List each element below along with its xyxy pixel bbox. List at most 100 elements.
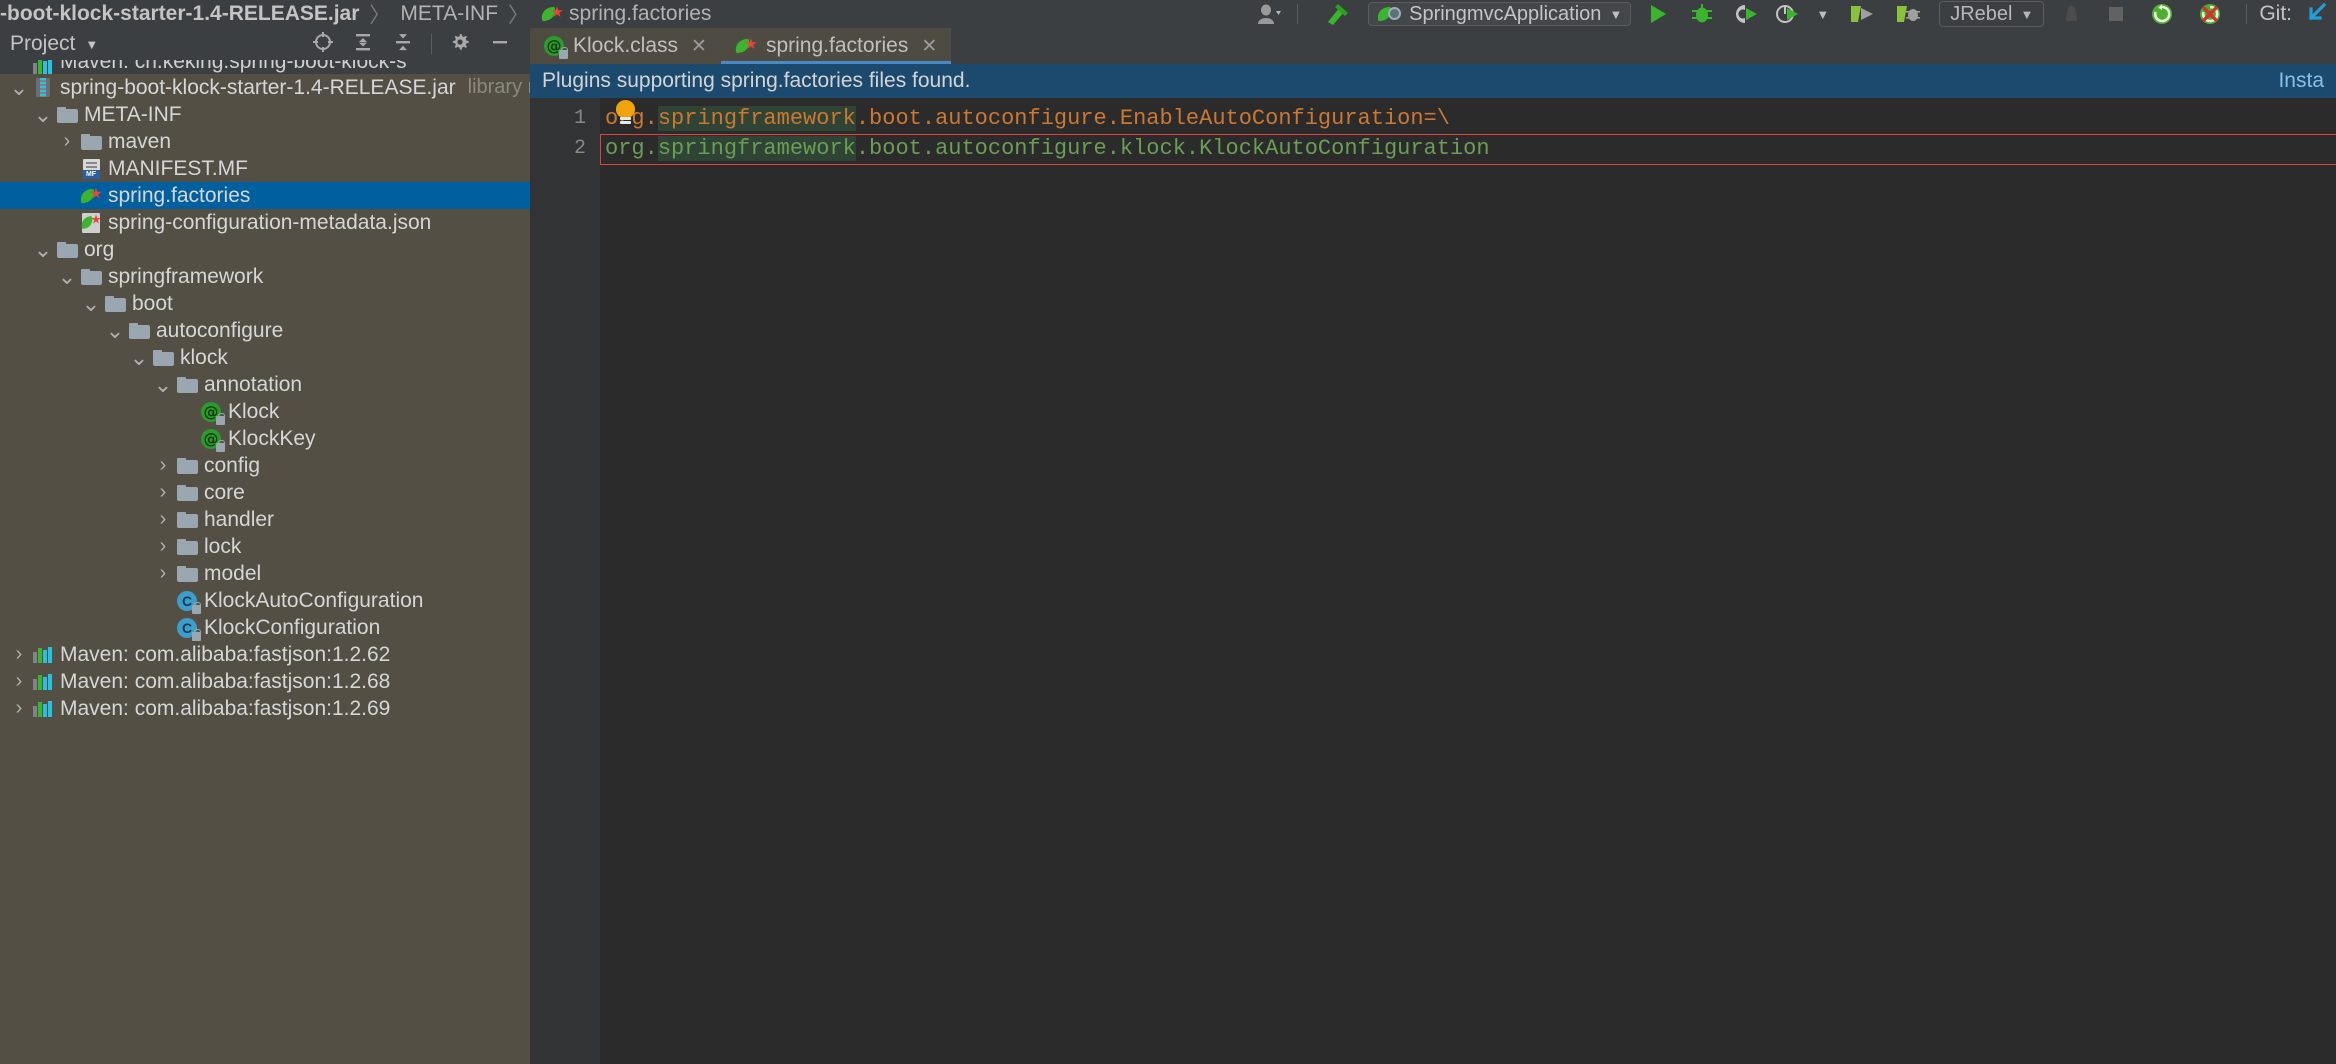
code-line-1[interactable]: org.springframework.boot.autoconfigure.E… [600,104,2336,134]
tree-item-maven-com-alibaba-fastjson-1-2-68[interactable]: › Maven: com.alibaba:fastjson:1.2.68 [0,668,530,695]
tree-spacer: · [56,214,78,231]
project-tree[interactable]: · Maven: cn.keking:spring-boot-klock-s ⌄ sp… [0,60,530,1064]
expand-all-icon[interactable] [352,31,374,58]
tree-item-handler[interactable]: › handler [0,506,530,533]
run-with-coverage-icon[interactable] [1735,3,1759,25]
tree-item-boot[interactable]: ⌄ boot [0,290,530,317]
chevron-down-icon[interactable]: ⌄ [104,319,126,341]
folder-icon [102,295,128,312]
build-hammer-icon[interactable] [1324,2,1354,26]
tree-item-klock[interactable]: ⌄ klock [0,344,530,371]
tab-spring-factories[interactable]: spring.factories ✕ [720,28,952,64]
tree-item-springframework[interactable]: ⌄ springframework [0,263,530,290]
chevron-right-icon[interactable]: › [152,454,174,477]
chevron-down-icon[interactable]: ⌄ [32,103,54,125]
breadcrumb-item-meta-inf[interactable]: META-INF [400,2,498,26]
settings-gear-icon[interactable] [449,31,471,58]
tree-item-label: autoconfigure [156,318,284,342]
project-panel-title[interactable]: Project [10,32,75,56]
chevron-right-icon[interactable]: › [8,643,30,666]
git-update-icon[interactable] [2304,2,2328,26]
tree-item-maven-com-alibaba-fastjson-1-2-62[interactable]: › Maven: com.alibaba:fastjson:1.2.62 [0,641,530,668]
tree-item-klockkey[interactable]: ·@KlockKey [0,425,530,452]
chevron-down-icon[interactable]: ▼ [1816,7,1829,22]
hide-icon[interactable] [489,31,511,58]
chevron-right-icon[interactable]: › [8,697,30,720]
run-icon[interactable] [1647,3,1669,25]
tree-item-spring-boot-klock-starter-1-4-release-jar[interactable]: ⌄ spring-boot-klock-starter-1.4-RELEASE.j… [0,74,530,101]
tree-item-klock[interactable]: ·@Klock [0,398,530,425]
locate-icon[interactable] [312,31,334,58]
chevron-right-icon[interactable]: › [152,481,174,504]
tab-klock-class[interactable]: @ Klock.class ✕ [530,28,721,64]
tree-item-config[interactable]: › config [0,452,530,479]
chevron-down-icon[interactable]: ⌄ [128,346,150,368]
jrebel-run-icon[interactable] [1849,3,1875,25]
intention-bulb-icon[interactable] [616,100,635,124]
code-lines[interactable]: org.springframework.boot.autoconfigure.E… [600,98,2336,1064]
tree-item-org[interactable]: ⌄ org [0,236,530,263]
tree-item-maven[interactable]: › maven [0,128,530,155]
close-icon[interactable]: ✕ [691,35,707,58]
tree-item-label: klock [180,345,228,369]
breadcrumb-separator-icon: 〉 [369,4,391,27]
profiler-icon[interactable] [1776,3,1800,25]
chevron-down-icon[interactable]: ▼ [1609,7,1622,22]
code-token: org [605,136,645,161]
tree-item-klockautoconfiguration[interactable]: ·CKlockAutoConfiguration [0,587,530,614]
tree-item-autoconfigure[interactable]: ⌄ autoconfigure [0,317,530,344]
java-class-icon: C [174,590,201,614]
chevron-right-icon[interactable]: › [152,562,174,585]
chevron-right-icon[interactable]: › [152,535,174,558]
tree-item-maven-cn-keking-spring-boot-klock-s[interactable]: · Maven: cn.keking:spring-boot-klock-s [0,60,530,74]
tree-item-label: Klock [228,399,280,423]
breadcrumb-item-spring-factories[interactable]: spring.factories [569,2,711,26]
tree-item-core[interactable]: › core [0,479,530,506]
jrebel-debug-icon[interactable] [1895,3,1921,25]
chevron-down-icon[interactable]: ⌄ [56,265,78,287]
chevron-down-icon[interactable]: ⌄ [80,292,102,314]
tree-item-label: maven [108,129,172,153]
tree-item-label: KlockConfiguration [204,615,381,639]
chevron-down-icon[interactable]: ⌄ [8,76,30,98]
editor-tab-bar: @ Klock.class ✕ spring.factories ✕ [530,28,2336,64]
breadcrumb-item-jar[interactable]: -boot-klock-starter-1.4-RELEASE.jar [0,2,359,26]
debug-icon[interactable] [1691,3,1713,25]
folder-icon [78,268,104,285]
panel-header-divider [431,34,432,54]
tree-item-spring-configuration-metadata-json[interactable]: · spring-configuration-metadata.json [0,209,530,236]
user-icon[interactable] [1255,3,1282,25]
code-line-2[interactable]: org.springframework.boot.autoconfigure.k… [600,134,2336,164]
tree-item-annotation[interactable]: ⌄ annotation [0,371,530,398]
square-icon[interactable] [2106,4,2126,24]
editor-area: @ Klock.class ✕ spring.factories ✕ Plugi… [530,28,2336,1064]
tree-item-meta-inf[interactable]: ⌄ META-INF [0,101,530,128]
chevron-down-icon[interactable]: ⌄ [152,373,174,395]
tree-item-label: springframework [108,264,264,288]
run-configuration-selector[interactable]: SpringmvcApplication ▼ [1368,2,1632,26]
chevron-down-icon[interactable]: ▼ [2020,7,2033,22]
maven-lib-icon [30,60,56,74]
jrebel-selector[interactable]: JRebel ▼ [1939,1,2045,27]
sync-green-icon[interactable] [2150,2,2174,26]
tree-item-manifest-mf[interactable]: · MANIFEST.MF [0,155,530,182]
code-editor[interactable]: 1 2 org.springframework.boot.autoconfigu… [530,98,2336,1064]
tree-item-maven-com-alibaba-fastjson-1-2-69[interactable]: › Maven: com.alibaba:fastjson:1.2.69 [0,695,530,722]
sync-error-icon[interactable] [2198,2,2222,26]
chevron-down-icon[interactable]: ▼ [85,37,98,52]
tree-item-lock[interactable]: › lock [0,533,530,560]
tree-item-klockconfiguration[interactable]: ·CKlockConfiguration [0,614,530,641]
stop-icon[interactable] [2060,3,2082,25]
close-icon[interactable]: ✕ [921,35,937,58]
tree-spacer: · [176,403,198,420]
notification-action-link[interactable]: Insta [2278,69,2324,93]
folder-icon [54,106,80,123]
chevron-right-icon[interactable]: › [56,130,78,153]
tree-item-model[interactable]: › model [0,560,530,587]
chevron-right-icon[interactable]: › [8,670,30,693]
collapse-all-icon[interactable] [392,31,414,58]
chevron-right-icon[interactable]: › [152,508,174,531]
tree-item-spring-factories[interactable]: · spring.factories [0,182,530,209]
breadcrumb: -boot-klock-starter-1.4-RELEASE.jar 〉 ME… [0,0,711,28]
chevron-down-icon[interactable]: ⌄ [32,238,54,260]
